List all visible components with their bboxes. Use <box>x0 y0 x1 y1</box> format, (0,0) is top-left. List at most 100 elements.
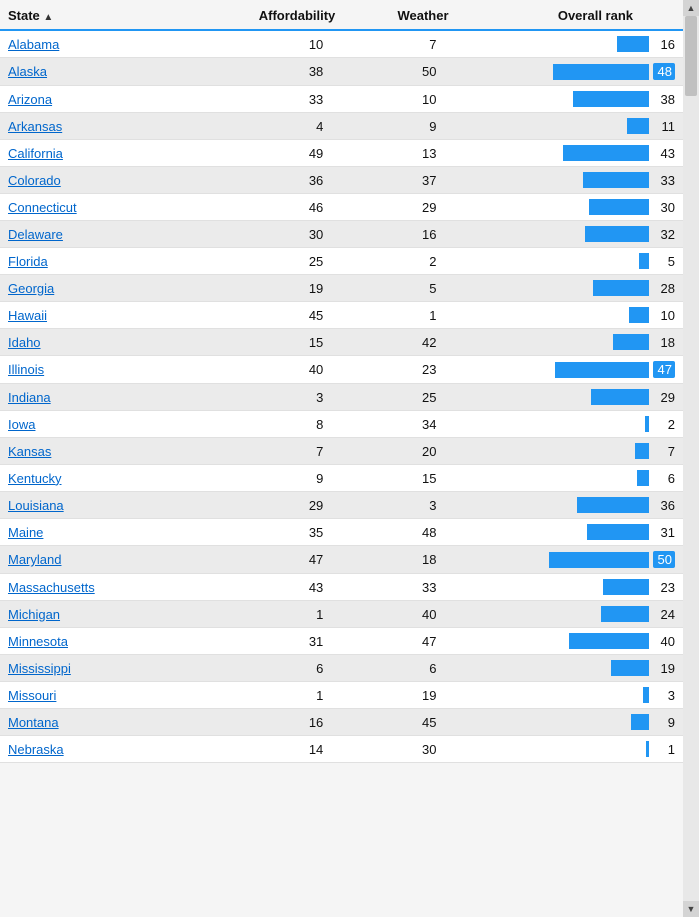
affordability-cell: 29 <box>212 492 343 519</box>
state-cell[interactable]: Maine <box>0 519 212 546</box>
weather-cell: 47 <box>343 628 456 655</box>
rank-cell: 3 <box>457 682 683 709</box>
state-cell[interactable]: Indiana <box>0 384 212 411</box>
weather-cell: 3 <box>343 492 456 519</box>
affordability-cell: 35 <box>212 519 343 546</box>
table-row: Connecticut462930 <box>0 194 683 221</box>
table-row: Delaware301632 <box>0 221 683 248</box>
table-row: Hawaii45110 <box>0 302 683 329</box>
state-cell[interactable]: Illinois <box>0 356 212 384</box>
rank-number: 48 <box>653 63 675 80</box>
state-cell[interactable]: Minnesota <box>0 628 212 655</box>
rank-number: 23 <box>653 580 675 595</box>
table-body: Alabama10716Alaska385048Arizona331038Ark… <box>0 30 683 763</box>
affordability-cell: 19 <box>212 275 343 302</box>
state-cell[interactable]: Montana <box>0 709 212 736</box>
affordability-cell: 6 <box>212 655 343 682</box>
weather-header[interactable]: Weather <box>343 0 456 30</box>
state-cell[interactable]: Maryland <box>0 546 212 574</box>
state-cell[interactable]: Kansas <box>0 438 212 465</box>
weather-cell: 25 <box>343 384 456 411</box>
state-cell[interactable]: Missouri <box>0 682 212 709</box>
rank-cell: 1 <box>457 736 683 763</box>
state-cell[interactable]: Georgia <box>0 275 212 302</box>
state-cell[interactable]: Florida <box>0 248 212 275</box>
state-cell[interactable]: Mississippi <box>0 655 212 682</box>
affordability-cell: 1 <box>212 601 343 628</box>
scroll-thumb[interactable] <box>685 16 697 96</box>
state-cell[interactable]: Kentucky <box>0 465 212 492</box>
state-cell[interactable]: Iowa <box>0 411 212 438</box>
state-cell[interactable]: Alabama <box>0 30 212 58</box>
rank-number: 36 <box>653 498 675 513</box>
table-row: Alabama10716 <box>0 30 683 58</box>
scroll-up-button[interactable]: ▲ <box>683 0 699 16</box>
state-cell[interactable]: Connecticut <box>0 194 212 221</box>
table-row: Illinois402347 <box>0 356 683 384</box>
rank-cell: 28 <box>457 275 683 302</box>
rank-cell: 30 <box>457 194 683 221</box>
rank-bar <box>646 741 649 757</box>
weather-cell: 50 <box>343 58 456 86</box>
state-cell[interactable]: Louisiana <box>0 492 212 519</box>
affordability-cell: 16 <box>212 709 343 736</box>
state-cell[interactable]: Delaware <box>0 221 212 248</box>
scroll-track[interactable] <box>683 16 699 901</box>
affordability-cell: 46 <box>212 194 343 221</box>
state-cell[interactable]: Nebraska <box>0 736 212 763</box>
affordability-cell: 10 <box>212 30 343 58</box>
affordability-cell: 47 <box>212 546 343 574</box>
affordability-cell: 15 <box>212 329 343 356</box>
rank-bar <box>613 334 649 350</box>
overall-rank-header-label: Overall rank <box>558 8 633 23</box>
weather-cell: 42 <box>343 329 456 356</box>
table-row: Indiana32529 <box>0 384 683 411</box>
affordability-cell: 4 <box>212 113 343 140</box>
state-cell[interactable]: Alaska <box>0 58 212 86</box>
rank-cell: 43 <box>457 140 683 167</box>
affordability-cell: 7 <box>212 438 343 465</box>
rank-cell: 6 <box>457 465 683 492</box>
state-cell[interactable]: Colorado <box>0 167 212 194</box>
table-row: Louisiana293 36 <box>0 492 683 519</box>
state-cell[interactable]: Idaho <box>0 329 212 356</box>
rank-number: 3 <box>653 688 675 703</box>
rank-bar <box>589 199 649 215</box>
rank-number: 40 <box>653 634 675 649</box>
table-row: Massachusetts433323 <box>0 574 683 601</box>
rank-bar <box>563 145 649 161</box>
table-row: Iowa8342 <box>0 411 683 438</box>
rank-bar <box>635 443 649 459</box>
rank-bar <box>603 579 649 595</box>
rank-number: 43 <box>653 146 675 161</box>
rank-bar <box>631 714 649 730</box>
rank-bar <box>573 91 649 107</box>
rank-number: 32 <box>653 227 675 242</box>
scroll-down-button[interactable]: ▼ <box>683 901 699 917</box>
state-cell[interactable]: Michigan <box>0 601 212 628</box>
data-table: State Affordability Weather Overall rank… <box>0 0 683 763</box>
state-cell[interactable]: California <box>0 140 212 167</box>
table-row: Alaska385048 <box>0 58 683 86</box>
state-cell[interactable]: Arkansas <box>0 113 212 140</box>
rank-cell: 31 <box>457 519 683 546</box>
overall-rank-header[interactable]: Overall rank <box>457 0 683 30</box>
rank-bar <box>553 64 649 80</box>
state-cell[interactable]: Hawaii <box>0 302 212 329</box>
rank-number: 47 <box>653 361 675 378</box>
state-cell[interactable]: Massachusetts <box>0 574 212 601</box>
rank-number: 18 <box>653 335 675 350</box>
rank-bar <box>569 633 649 649</box>
table-row: Idaho1542 18 <box>0 329 683 356</box>
affordability-header[interactable]: Affordability <box>212 0 343 30</box>
header-row: State Affordability Weather Overall rank <box>0 0 683 30</box>
rank-bar <box>643 687 649 703</box>
weather-cell: 2 <box>343 248 456 275</box>
main-container: State Affordability Weather Overall rank… <box>0 0 699 917</box>
state-cell[interactable]: Arizona <box>0 86 212 113</box>
rank-bar <box>555 362 649 378</box>
scrollbar[interactable]: ▲ ▼ <box>683 0 699 917</box>
state-header[interactable]: State <box>0 0 212 30</box>
rank-bar <box>611 660 649 676</box>
rank-cell: 7 <box>457 438 683 465</box>
